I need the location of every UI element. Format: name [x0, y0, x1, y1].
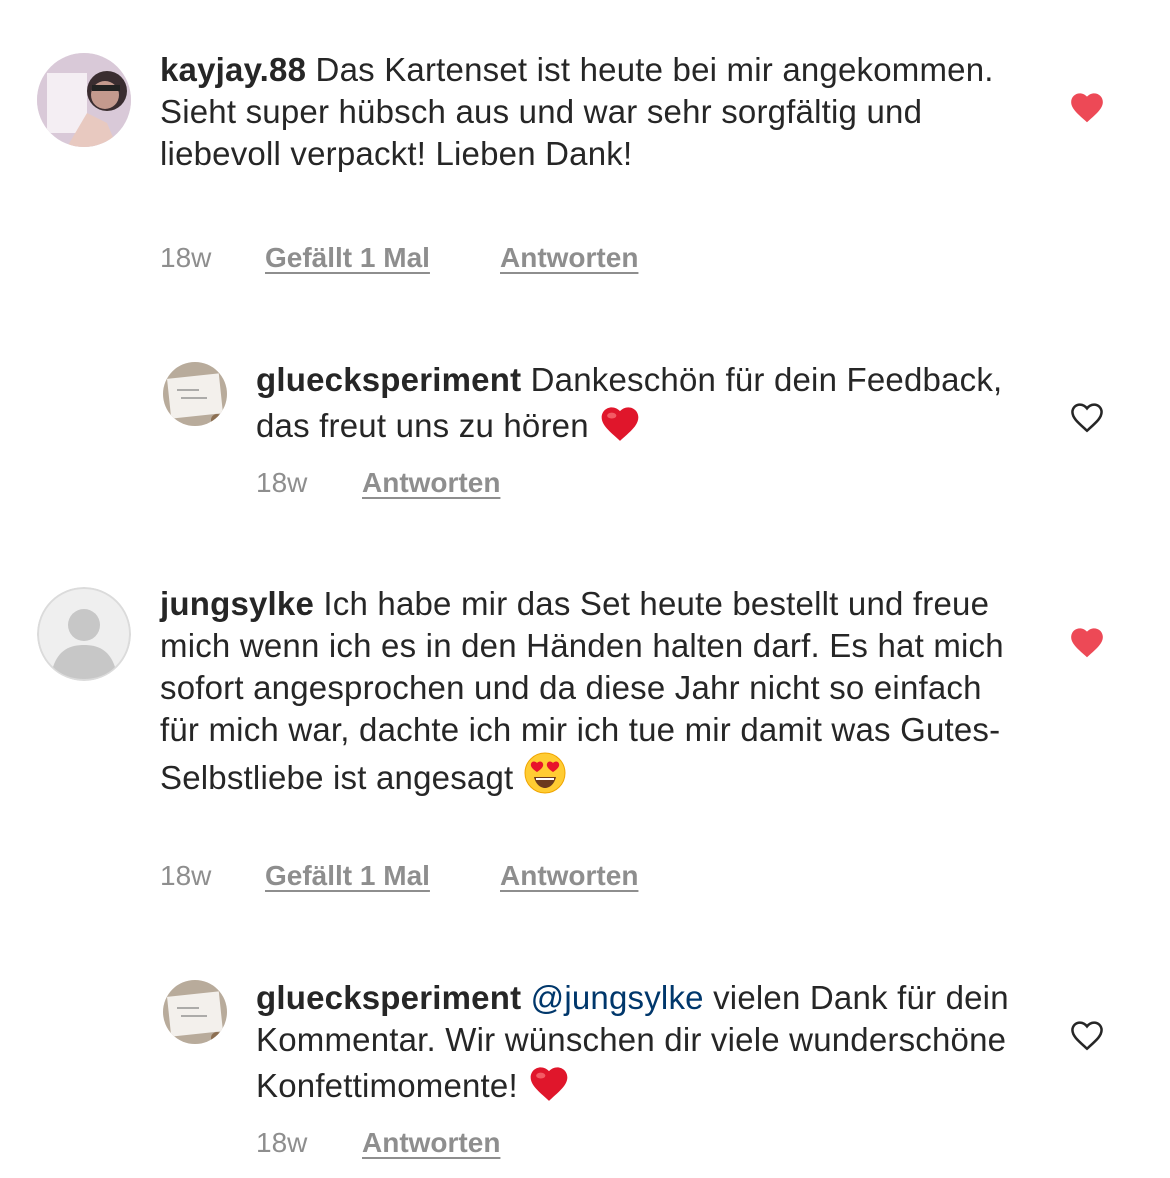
comment-username[interactable]: jungsylke: [160, 585, 314, 622]
avatar[interactable]: [163, 362, 227, 426]
like-button[interactable]: [1068, 88, 1106, 124]
likes-count-button[interactable]: Gefällt 1 Mal: [265, 240, 430, 276]
heart-filled-icon: [1071, 93, 1103, 123]
red-heart-emoji: [601, 407, 639, 441]
heart-outline-icon: [1071, 1021, 1103, 1051]
heart-eyes-emoji: [524, 752, 566, 794]
avatar[interactable]: [37, 587, 131, 681]
comment-text: kayjay.88 Das Kartenset ist heute bei mi…: [160, 49, 1020, 175]
avatar[interactable]: [37, 53, 131, 147]
reply-button[interactable]: Antworten: [362, 1125, 500, 1161]
like-button[interactable]: [1068, 1016, 1106, 1052]
likes-count-button[interactable]: Gefällt 1 Mal: [265, 858, 430, 894]
reply-button[interactable]: Antworten: [500, 240, 638, 276]
comment-time: 18w: [160, 242, 212, 273]
comment-meta: 18w Gefällt 1 Mal Antworten: [160, 240, 860, 276]
comment-meta: 18w Antworten: [256, 1125, 756, 1161]
comment-username[interactable]: gluecksperiment: [256, 979, 521, 1016]
like-button[interactable]: [1068, 398, 1106, 434]
comment-text: jungsylke Ich habe mir das Set heute bes…: [160, 583, 1020, 799]
mention-link[interactable]: @jungsylke: [531, 979, 704, 1016]
avatar[interactable]: [163, 980, 227, 1044]
heart-outline-icon: [1071, 403, 1103, 433]
comment-text: gluecksperiment Dankeschön für dein Feed…: [256, 359, 1016, 447]
red-heart-emoji: [530, 1067, 568, 1101]
comment-text: gluecksperiment @jungsylke vielen Dank f…: [256, 977, 1016, 1107]
reply-button[interactable]: Antworten: [500, 858, 638, 894]
comment-time: 18w: [256, 467, 308, 498]
like-button[interactable]: [1068, 623, 1106, 659]
comment-meta: 18w Antworten: [256, 465, 756, 501]
comment-time: 18w: [160, 860, 212, 891]
heart-filled-icon: [1071, 628, 1103, 658]
reply-button[interactable]: Antworten: [362, 465, 500, 501]
comment-username[interactable]: gluecksperiment: [256, 361, 521, 398]
comment-username[interactable]: kayjay.88: [160, 51, 306, 88]
comment-meta: 18w Gefällt 1 Mal Antworten: [160, 858, 860, 894]
comment-time: 18w: [256, 1127, 308, 1158]
